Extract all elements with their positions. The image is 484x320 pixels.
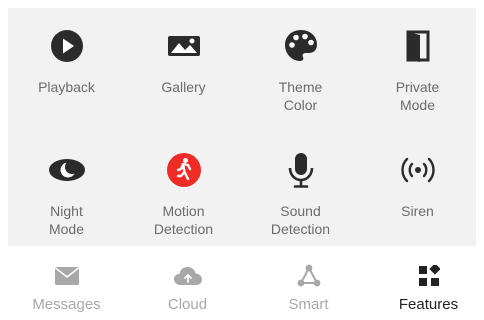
night-mode-icon xyxy=(47,150,87,190)
smart-icon xyxy=(294,263,324,289)
feature-playback[interactable]: Playback xyxy=(8,8,125,126)
feature-label: Sound Detection xyxy=(270,203,331,237)
feature-label: Private Mode xyxy=(395,79,440,113)
cloud-icon xyxy=(173,263,203,289)
feature-sound-detection[interactable]: Sound Detection xyxy=(242,132,359,250)
tab-cloud[interactable]: Cloud xyxy=(127,246,248,320)
private-mode-icon xyxy=(398,26,438,66)
feature-private-mode[interactable]: Private Mode xyxy=(359,8,476,126)
palette-icon xyxy=(281,26,321,66)
feature-theme-color[interactable]: Theme Color xyxy=(242,8,359,126)
feature-night-mode[interactable]: Night Mode xyxy=(8,132,125,250)
feature-motion-detection[interactable]: Motion Detection xyxy=(125,132,242,250)
grid-icon xyxy=(414,263,444,289)
tab-features[interactable]: Features xyxy=(368,246,484,320)
tab-label: Features xyxy=(398,296,459,313)
feature-label: Playback xyxy=(38,79,95,95)
tab-label: Smart xyxy=(288,296,329,313)
feature-label: Night Mode xyxy=(48,203,85,237)
bottom-tab-bar: Messages Cloud Smart Features xyxy=(0,246,484,320)
microphone-icon xyxy=(281,150,321,190)
feature-siren[interactable]: Siren xyxy=(359,132,476,250)
tab-label: Cloud xyxy=(167,296,208,313)
feature-label: Gallery xyxy=(161,79,206,95)
tab-label: Messages xyxy=(32,296,101,313)
motion-detection-icon xyxy=(164,150,204,190)
siren-icon xyxy=(398,150,438,190)
feature-label: Theme Color xyxy=(278,79,323,113)
tab-messages[interactable]: Messages xyxy=(6,246,127,320)
gallery-icon xyxy=(164,26,204,66)
play-circle-icon xyxy=(47,26,87,66)
feature-gallery[interactable]: Gallery xyxy=(125,8,242,126)
tab-smart[interactable]: Smart xyxy=(248,246,369,320)
envelope-icon xyxy=(52,263,82,289)
feature-label: Siren xyxy=(401,203,434,219)
feature-label: Motion Detection xyxy=(153,203,214,237)
features-panel: Playback Gallery Theme Color Private Mod… xyxy=(8,8,476,246)
